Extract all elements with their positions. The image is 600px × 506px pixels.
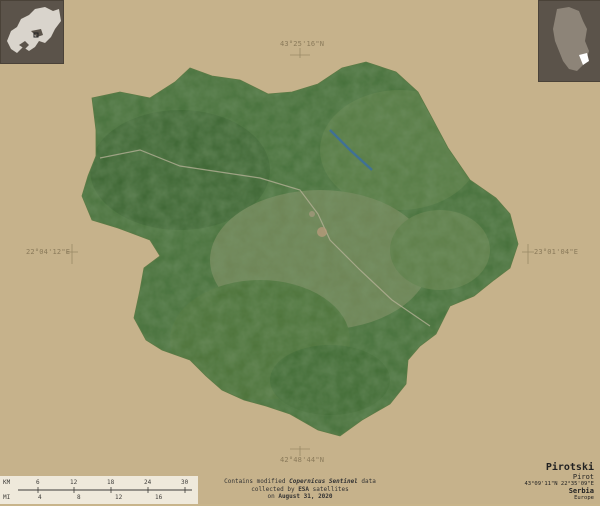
coord-top-label: 43°25'16"N [280,40,325,48]
scale-mi-label: MI [3,494,11,501]
credit-text: satellites [309,485,349,493]
scale-bar-graphic [18,487,192,493]
scale-km-tick: 24 [144,479,152,486]
coord-bottom-label: 42°48'44"N [280,456,325,464]
credit-source: Copernicus Sentinel [289,478,358,485]
region-district: Pirot [572,473,594,481]
coord-right-label: 23°01'04"E [534,248,579,256]
scale-km-tick: 12 [70,479,78,486]
scale-km-tick: 18 [107,479,115,486]
credit-date: August 31, 2020 [278,493,333,500]
map-canvas: 43°25'16"N 42°48'44"N 22°04'12"E 23°01'0… [0,0,600,504]
scale-mi-tick: 16 [155,494,163,501]
scale-km-label: KM [3,479,11,486]
data-credits: Contains modified Copernicus Sentinel da… [200,478,400,501]
coord-left-label: 22°04'12"E [26,248,71,256]
credit-agency: ESA [298,485,310,493]
region-continent: Europe [574,495,594,501]
credit-text: data [357,478,376,485]
region-country: Serbia [568,487,594,495]
credit-text: collected by [251,485,299,493]
credit-text: Contains modified [224,478,290,485]
scale-km-tick: 6 [36,479,40,486]
region-title: Pirotski [545,462,594,473]
credit-text: on [267,493,279,500]
scale-km-tick: 30 [181,479,189,486]
region-label-block: Pirotski Pirot 43°09'11"N 22°35'09"E Ser… [524,462,594,501]
region-satellite-map [66,48,534,456]
scale-bar: KM MI 6 12 18 24 30 4 8 12 16 [0,476,198,504]
scale-mi-tick: 12 [115,494,123,501]
scale-mi-tick: 4 [38,494,42,501]
scale-mi-tick: 8 [77,494,81,501]
